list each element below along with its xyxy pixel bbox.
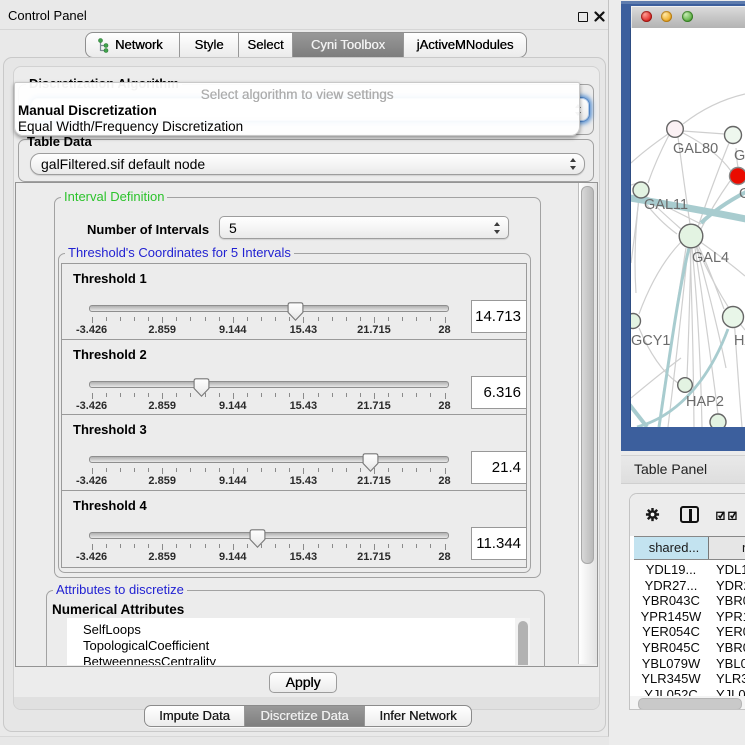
- svg-text:GA: GA: [734, 148, 745, 164]
- svg-text:GAL80: GAL80: [673, 141, 718, 157]
- svg-text:GAL11: GAL11: [644, 197, 688, 213]
- svg-text:GAL4: GAL4: [692, 250, 729, 266]
- svg-text:GCY1: GCY1: [631, 333, 671, 349]
- svg-text:HAP2: HAP2: [686, 394, 724, 410]
- svg-text:HA: HA: [734, 333, 745, 349]
- svg-text:G: G: [739, 186, 745, 202]
